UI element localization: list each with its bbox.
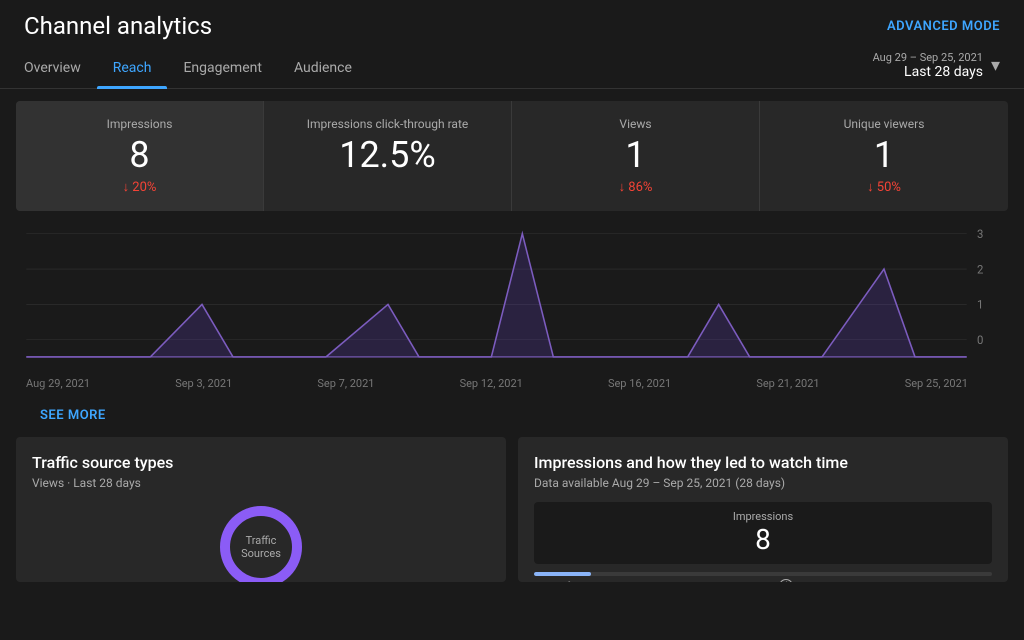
chart-container: 3 2 1 0 bbox=[16, 223, 1008, 373]
donut-label: TrafficSources bbox=[241, 534, 281, 560]
progress-bar-row: 12.5% from YouTube recommending your con… bbox=[534, 572, 992, 582]
metrics-row: Impressions 8 ↓ 20% Impressions click-th… bbox=[16, 101, 1008, 211]
ctr-value: 12.5% bbox=[284, 137, 491, 173]
metric-card-unique-viewers[interactable]: Unique viewers 1 ↓ 50% bbox=[760, 101, 1008, 211]
x-label-4: Sep 12, 2021 bbox=[460, 377, 523, 390]
page-title: Channel analytics bbox=[24, 12, 212, 40]
date-range-sub: Aug 29 – Sep 25, 2021 bbox=[873, 51, 983, 64]
impressions-watch-subtitle: Data available Aug 29 – Sep 25, 2021 (28… bbox=[534, 476, 992, 490]
views-value: 1 bbox=[532, 137, 739, 173]
chart-x-labels: Aug 29, 2021 Sep 3, 2021 Sep 7, 2021 Sep… bbox=[16, 373, 1008, 390]
date-range-main: Last 28 days bbox=[904, 64, 983, 80]
svg-text:2: 2 bbox=[977, 262, 984, 276]
progress-bar-label: 12.5% from YouTube recommending your con… bbox=[534, 579, 992, 582]
traffic-sources-card: Traffic source types Views · Last 28 day… bbox=[16, 437, 506, 582]
traffic-sources-title: Traffic source types bbox=[32, 453, 490, 472]
x-label-1: Aug 29, 2021 bbox=[26, 377, 90, 390]
impressions-inner-value: 8 bbox=[755, 523, 771, 556]
advanced-mode-button[interactable]: ADVANCED MODE bbox=[887, 19, 1000, 34]
impressions-value: 8 bbox=[36, 137, 243, 173]
header: Channel analytics ADVANCED MODE bbox=[0, 0, 1024, 48]
chevron-down-icon: ▾ bbox=[991, 55, 1000, 76]
nav-tabs-bar: Overview Reach Engagement Audience Aug 2… bbox=[0, 48, 1024, 89]
impressions-watch-card: Impressions and how they led to watch ti… bbox=[518, 437, 1008, 582]
impressions-label: Impressions bbox=[36, 117, 243, 131]
chart-svg: 3 2 1 0 bbox=[16, 223, 1008, 373]
unique-viewers-value: 1 bbox=[780, 137, 988, 173]
date-range-text: Aug 29 – Sep 25, 2021 Last 28 days bbox=[873, 51, 983, 80]
chart-section: 3 2 1 0 Aug 29, 2021 Sep 3, 2021 Sep 7, … bbox=[16, 223, 1008, 403]
tab-reach[interactable]: Reach bbox=[97, 48, 168, 88]
x-label-2: Sep 3, 2021 bbox=[175, 377, 232, 390]
progress-bar-bg bbox=[534, 572, 992, 576]
impressions-change: ↓ 20% bbox=[36, 179, 243, 195]
info-icon[interactable]: i bbox=[779, 579, 793, 582]
x-label-6: Sep 21, 2021 bbox=[756, 377, 819, 390]
traffic-sources-subtitle: Views · Last 28 days bbox=[32, 476, 490, 490]
impressions-watch-title: Impressions and how they led to watch ti… bbox=[534, 453, 992, 472]
tab-overview[interactable]: Overview bbox=[24, 48, 97, 88]
svg-text:0: 0 bbox=[977, 333, 983, 347]
x-label-5: Sep 16, 2021 bbox=[608, 377, 671, 390]
unique-viewers-change: ↓ 50% bbox=[780, 179, 988, 195]
metric-card-views[interactable]: Views 1 ↓ 86% bbox=[512, 101, 760, 211]
see-more-button[interactable]: SEE MORE bbox=[16, 402, 130, 429]
tab-engagement[interactable]: Engagement bbox=[167, 48, 277, 88]
date-range-selector[interactable]: Aug 29 – Sep 25, 2021 Last 28 days ▾ bbox=[873, 51, 1000, 88]
ctr-label: Impressions click-through rate bbox=[284, 117, 491, 131]
progress-bar-fill bbox=[534, 572, 591, 576]
bottom-row: Traffic source types Views · Last 28 day… bbox=[16, 437, 1008, 582]
see-more-row: SEE MORE bbox=[0, 403, 1024, 427]
svg-text:1: 1 bbox=[977, 298, 983, 312]
impressions-inner-label: Impressions bbox=[733, 510, 793, 523]
views-label: Views bbox=[532, 117, 739, 131]
unique-viewers-label: Unique viewers bbox=[780, 117, 988, 131]
traffic-source-content: TrafficSources bbox=[32, 502, 490, 582]
tab-audience[interactable]: Audience bbox=[278, 48, 368, 88]
metric-card-ctr[interactable]: Impressions click-through rate 12.5% bbox=[264, 101, 512, 211]
impressions-card-content: Impressions 8 12.5% from YouTube recomme… bbox=[534, 502, 992, 582]
views-change: ↓ 86% bbox=[532, 179, 739, 195]
x-label-7: Sep 25, 2021 bbox=[905, 377, 968, 390]
impressions-big-block: Impressions 8 bbox=[534, 502, 992, 564]
metric-card-impressions[interactable]: Impressions 8 ↓ 20% bbox=[16, 101, 264, 211]
svg-text:3: 3 bbox=[977, 227, 983, 241]
donut-chart: TrafficSources bbox=[216, 502, 306, 582]
bar-label-text: 12.5% from YouTube recommending your con… bbox=[534, 580, 775, 583]
x-label-3: Sep 7, 2021 bbox=[317, 377, 374, 390]
